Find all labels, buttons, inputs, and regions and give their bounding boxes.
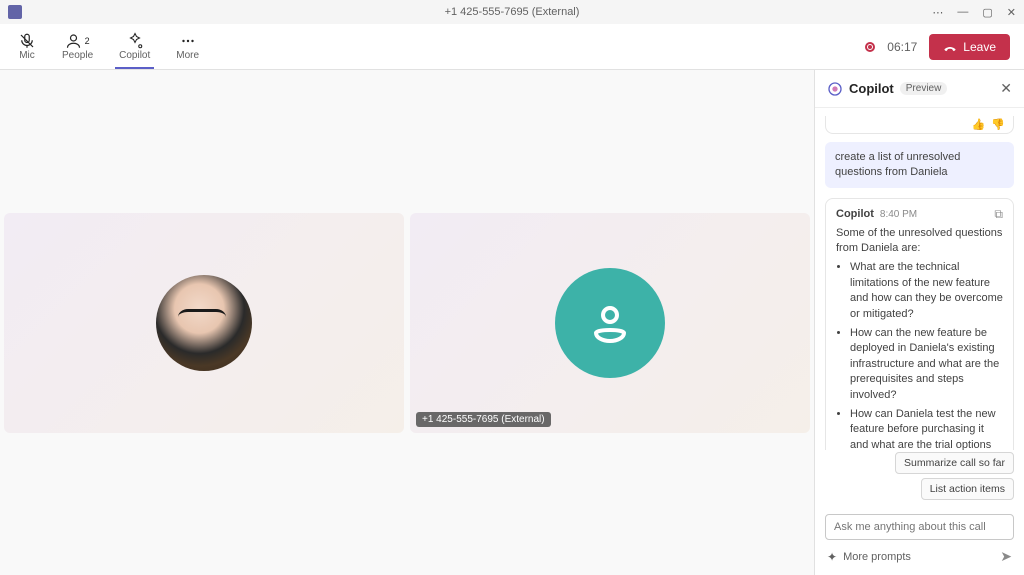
user-message-bubble: create a list of unresolved questions fr…: [825, 142, 1014, 188]
copilot-response-card: Copilot 8:40 PM ⧉ Some of the unresolved…: [825, 198, 1014, 450]
more-button[interactable]: More: [172, 30, 203, 63]
copilot-input[interactable]: [825, 514, 1014, 540]
more-label: More: [176, 50, 199, 61]
copilot-logo-icon: [827, 81, 843, 97]
panel-close-button[interactable]: ✕: [1000, 80, 1012, 97]
window-minimize-icon[interactable]: —: [957, 6, 968, 18]
people-label: People: [62, 50, 93, 61]
window-close-icon[interactable]: ✕: [1007, 6, 1016, 19]
send-button[interactable]: ➤: [1000, 548, 1012, 565]
copilot-tab-button[interactable]: Copilot: [115, 30, 154, 63]
response-intro: Some of the unresolved questions from Da…: [836, 226, 1003, 257]
avatar-photo: [156, 275, 252, 371]
response-bullet-list: What are the technical limitations of th…: [850, 260, 1003, 450]
suggestion-chip[interactable]: Summarize call so far: [895, 452, 1014, 474]
hangup-icon: [943, 40, 957, 54]
leave-button[interactable]: Leave: [929, 34, 1010, 60]
copilot-panel-header: Copilot Preview ✕: [815, 70, 1024, 108]
mic-off-icon: [18, 32, 36, 50]
participant-tile-external[interactable]: +1 425-555-7695 (External): [410, 213, 810, 433]
people-icon: 2: [66, 32, 90, 50]
leave-label: Leave: [963, 40, 996, 54]
call-timer: 06:17: [887, 40, 917, 54]
copilot-icon: [126, 32, 144, 50]
avatar-placeholder-icon: [555, 268, 665, 378]
copilot-thread: 👍 👎 create a list of unresolved question…: [815, 108, 1024, 450]
copilot-panel: Copilot Preview ✕ 👍 👎 create a list of u…: [814, 70, 1024, 575]
video-stage: +1 425-555-7695 (External): [0, 70, 814, 575]
previous-card-tail: 👍 👎: [825, 116, 1014, 134]
participant-tile-self[interactable]: [4, 213, 404, 433]
response-bullet: What are the technical limitations of th…: [850, 260, 1003, 322]
preview-badge: Preview: [900, 82, 948, 95]
window-title: +1 425-555-7695 (External): [128, 6, 896, 18]
copy-response-button[interactable]: ⧉: [994, 207, 1003, 222]
sparkle-icon[interactable]: ✦: [827, 550, 837, 564]
response-time: 8:40 PM: [880, 209, 917, 220]
response-bullet: How can the new feature be deployed in D…: [850, 326, 1003, 403]
window-maximize-icon[interactable]: ▢: [982, 6, 992, 19]
mic-label: Mic: [19, 50, 35, 61]
response-sender: Copilot: [836, 208, 874, 220]
suggestion-chip[interactable]: List action items: [921, 478, 1014, 500]
people-count: 2: [85, 36, 90, 46]
main-area: +1 425-555-7695 (External) Copilot Previ…: [0, 70, 1024, 575]
mic-button[interactable]: Mic: [14, 30, 40, 63]
participant-name-badge: +1 425-555-7695 (External): [416, 412, 551, 427]
more-prompts-link[interactable]: More prompts: [843, 551, 911, 563]
copilot-tab-label: Copilot: [119, 50, 150, 61]
call-toolbar: Mic 2 People Copilot More 06:17 Leave: [0, 24, 1024, 70]
app-icon: [8, 5, 22, 19]
recording-indicator-icon: [865, 42, 875, 52]
response-bullet: How can Daniela test the new feature bef…: [850, 407, 1003, 450]
window-more-icon[interactable]: ⋯: [932, 6, 943, 19]
people-button[interactable]: 2 People: [58, 30, 97, 63]
thumbs-down-icon[interactable]: 👎: [991, 118, 1005, 131]
more-icon: [179, 32, 197, 50]
thumbs-up-icon[interactable]: 👍: [972, 118, 986, 131]
copilot-panel-title: Copilot: [849, 81, 894, 96]
titlebar: +1 425-555-7695 (External) ⋯ — ▢ ✕: [0, 0, 1024, 24]
